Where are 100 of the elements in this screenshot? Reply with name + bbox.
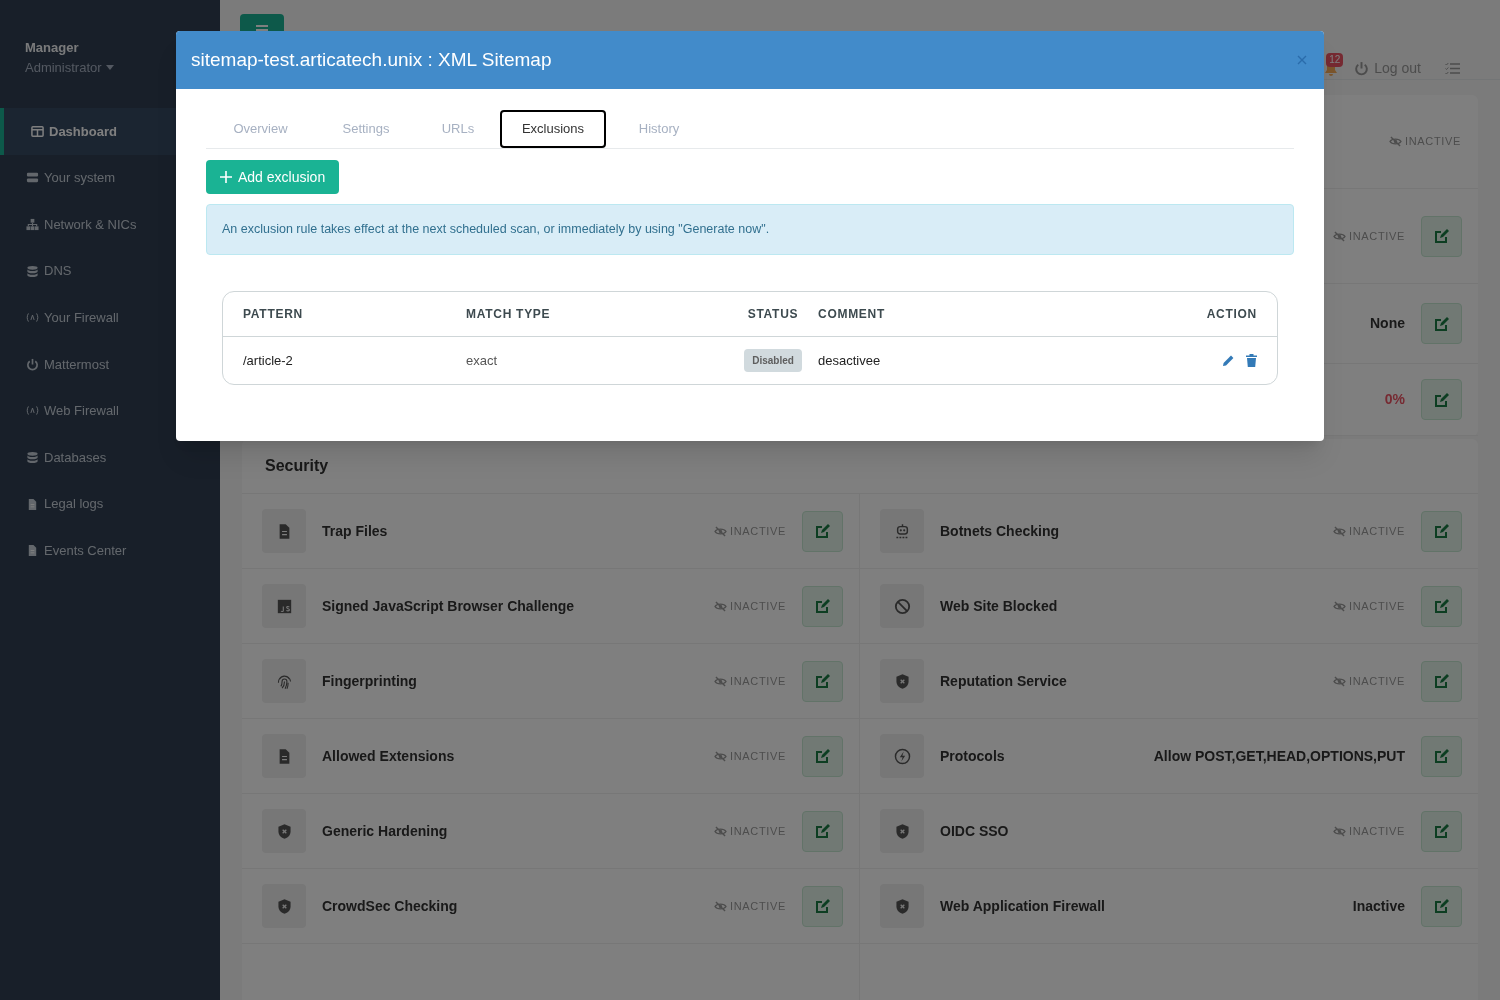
edit-button[interactable]: [802, 885, 843, 927]
sidebar-item[interactable]: DNS: [0, 247, 220, 295]
eye-slash-icon: [1333, 525, 1346, 537]
delete-link[interactable]: [1246, 354, 1257, 367]
task-list-icon: [1445, 62, 1460, 75]
sidebar-item[interactable]: Events Center: [0, 527, 220, 574]
edit-button[interactable]: [802, 660, 843, 702]
edit-button[interactable]: [1421, 735, 1462, 777]
js-file-icon: [275, 597, 293, 615]
shield-icon: [893, 822, 911, 840]
plus-icon: [220, 171, 232, 183]
edit-icon: [814, 748, 831, 764]
sidebar-item[interactable]: Your Firewall: [0, 294, 220, 341]
fingerprint-icon: [275, 672, 293, 690]
edit-button[interactable]: [1421, 303, 1462, 344]
add-exclusion-button[interactable]: Add exclusion: [206, 160, 340, 194]
robot-icon: [893, 522, 911, 540]
pencil-icon: [1222, 354, 1235, 367]
column-header: MATCH TYPE: [466, 306, 552, 323]
shield-icon: [275, 897, 293, 915]
edit-icon: [814, 598, 831, 614]
edit-button[interactable]: [802, 810, 843, 852]
item-label: Reputation Service: [940, 671, 1067, 691]
edit-icon: [814, 823, 831, 839]
tab[interactable]: Exclusions: [500, 110, 606, 148]
edit-icon: [1433, 748, 1450, 764]
eye-slash-icon: [1333, 230, 1346, 242]
close-icon: [1297, 55, 1307, 65]
tab[interactable]: URLs: [418, 110, 498, 148]
edit-button[interactable]: [1421, 585, 1462, 627]
item-label: Signed JavaScript Browser Challenge: [322, 596, 575, 616]
status-value: 0%: [1384, 390, 1405, 409]
table-icon: [31, 124, 44, 138]
sidebar-item[interactable]: Mattermost: [0, 340, 220, 388]
edit-link[interactable]: [1222, 354, 1235, 367]
eye-slash-icon: [714, 825, 727, 837]
sidebar-item[interactable]: Network & NICs: [0, 201, 220, 248]
power-icon: [26, 357, 39, 371]
sidebar-item[interactable]: Legal logs: [0, 480, 220, 528]
eye-slash-icon: [714, 750, 727, 762]
column-header: PATTERN: [243, 306, 304, 323]
modal-title: sitemap-test.articatech.unix : XML Sitemap: [191, 47, 552, 72]
edit-button[interactable]: [1421, 215, 1462, 257]
eye-slash-icon: [1333, 600, 1346, 612]
shield-icon: [275, 822, 293, 840]
sidebar-item[interactable]: Databases: [0, 434, 220, 481]
item-label: Web Site Blocked: [940, 596, 1058, 616]
edit-button[interactable]: [802, 510, 843, 552]
database-icon: [26, 264, 39, 278]
edit-icon: [1433, 315, 1450, 332]
eye-slash-icon: [714, 525, 727, 537]
user-name: Manager: [25, 39, 80, 57]
edit-button[interactable]: [802, 585, 843, 627]
signal-icon: [26, 311, 39, 325]
section-title: Security: [265, 456, 329, 476]
signal-icon: [26, 404, 39, 418]
edit-icon: [1433, 228, 1450, 244]
power-icon: [1354, 61, 1370, 76]
edit-icon: [1433, 523, 1450, 539]
column-header: STATUS: [746, 306, 800, 323]
tab[interactable]: Settings: [316, 110, 416, 148]
item-label: Fingerprinting: [322, 671, 417, 691]
edit-button[interactable]: [1421, 660, 1462, 702]
ban-icon: [893, 597, 911, 615]
item-label: CrowdSec Checking: [322, 896, 458, 916]
status-badge: Disabled: [744, 349, 802, 372]
edit-button[interactable]: [1421, 810, 1462, 852]
item-label: Generic Hardening: [322, 821, 448, 841]
shield-icon: [893, 672, 911, 690]
edit-button[interactable]: [1421, 379, 1462, 420]
bolt-icon: [893, 747, 911, 765]
file-icon: [26, 544, 39, 558]
edit-button[interactable]: [1421, 510, 1462, 552]
sidebar-item[interactable]: Web Firewall: [0, 387, 220, 435]
item-label: OIDC SSO: [940, 821, 1009, 841]
table-cell-text: exact: [466, 351, 499, 370]
edit-button[interactable]: [802, 735, 843, 777]
status-value: Inactive: [1352, 896, 1405, 916]
sitemap-icon: [26, 218, 39, 231]
item-label: Trap Files: [322, 521, 388, 541]
item-label: Allowed Extensions: [322, 746, 455, 766]
eye-slash-icon: [1389, 136, 1402, 147]
eye-slash-icon: [714, 600, 727, 612]
eye-slash-icon: [714, 675, 727, 687]
status-value: Allow POST,GET,HEAD,OPTIONS,PUT: [1153, 746, 1405, 766]
item-label: Botnets Checking: [940, 521, 1059, 541]
edit-icon: [1433, 673, 1450, 689]
caret-icon: [105, 64, 114, 70]
edit-icon: [814, 523, 831, 539]
edit-button[interactable]: [1421, 885, 1462, 927]
item-label: Web Application Firewall: [940, 896, 1105, 916]
edit-icon: [814, 673, 831, 689]
server-icon: [26, 171, 39, 185]
edit-icon: [1433, 898, 1450, 914]
tab[interactable]: History: [608, 110, 710, 148]
table-cell-text: /article-2: [243, 351, 294, 370]
shield-icon: [893, 897, 911, 915]
edit-icon: [814, 898, 831, 914]
item-label: Protocols: [940, 746, 1005, 766]
user-role-dropdown[interactable]: Administrator: [25, 57, 114, 77]
